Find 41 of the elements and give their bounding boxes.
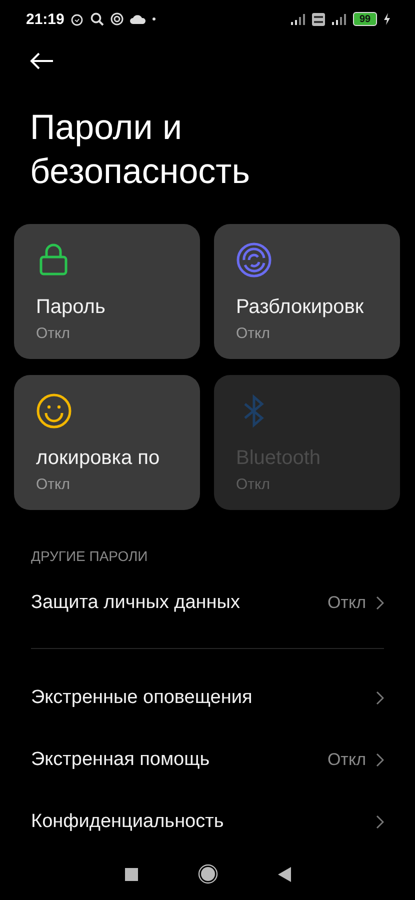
settings-row[interactable]: Экстренная помощь Откл xyxy=(0,729,415,791)
card-title: локировка по xyxy=(36,447,161,470)
chevron-icon xyxy=(376,596,384,610)
row-value: Откл xyxy=(327,750,366,770)
row-label: Конфиденциальность xyxy=(31,811,225,833)
search-icon xyxy=(90,12,104,26)
card-status: Откл xyxy=(236,476,272,493)
chevron-icon xyxy=(376,753,384,767)
home-icon[interactable] xyxy=(198,864,218,884)
target-icon xyxy=(110,12,124,26)
card-title: Разблокировк xyxy=(236,296,365,319)
settings-row[interactable]: Экстренные оповещения xyxy=(0,667,415,729)
card-status: Откл xyxy=(236,325,272,342)
back-icon[interactable] xyxy=(30,52,54,70)
chevron-icon xyxy=(376,691,384,705)
cloud-icon xyxy=(130,14,146,24)
recents-icon[interactable] xyxy=(124,868,138,880)
signal-icon xyxy=(331,13,347,25)
unlock-method-card[interactable]: локировка по Откл xyxy=(14,375,200,510)
battery-level: 99 xyxy=(353,12,377,26)
dot-icon xyxy=(152,17,156,21)
chevron-icon xyxy=(376,815,384,829)
status-time: 21:19 xyxy=(26,10,64,28)
settings-row[interactable]: Защита личных данных Откл xyxy=(0,572,415,634)
unlock-method-card[interactable]: Разблокировк Откл xyxy=(214,224,400,359)
row-label: Экстренная помощь xyxy=(31,749,211,771)
section-header: ДРУГИЕ ПАРОЛИ xyxy=(31,548,149,564)
row-label: Защита личных данных xyxy=(31,592,241,614)
row-label: Экстренные оповещения xyxy=(31,687,254,709)
charging-icon xyxy=(383,13,391,25)
signal-icon xyxy=(290,13,306,25)
card-status: Откл xyxy=(36,325,72,342)
smiley-icon xyxy=(36,393,72,429)
row-value: Откл xyxy=(327,593,366,613)
back-nav-icon[interactable] xyxy=(278,866,290,882)
card-status: Откл xyxy=(36,476,72,493)
fingerprint-icon xyxy=(236,242,272,278)
unlock-method-card[interactable]: Пароль Откл xyxy=(14,224,200,359)
page-title: Пароли и безопасность xyxy=(30,107,251,193)
card-title: Пароль xyxy=(36,296,106,319)
settings-row[interactable]: Конфиденциальность xyxy=(0,791,415,848)
